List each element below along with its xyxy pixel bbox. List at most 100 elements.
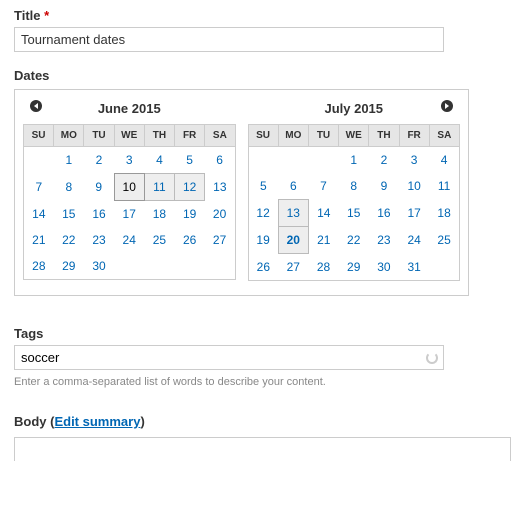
calendar-day[interactable]: 30 <box>84 253 114 280</box>
calendar-day[interactable]: 1 <box>339 147 369 174</box>
calendar-day[interactable]: 13 <box>205 174 235 201</box>
calendar-day[interactable]: 6 <box>205 147 235 174</box>
calendar-day[interactable]: 27 <box>205 227 235 253</box>
calendar-day[interactable]: 5 <box>248 173 278 200</box>
body-textarea[interactable] <box>14 437 511 461</box>
calendar-day[interactable]: 9 <box>84 174 114 201</box>
calendar-weekday-header: SU <box>24 125 54 147</box>
calendar-day[interactable]: 25 <box>144 227 174 253</box>
calendar-day[interactable]: 17 <box>114 201 144 228</box>
calendar-day[interactable]: 26 <box>175 227 205 253</box>
calendar-day[interactable]: 23 <box>84 227 114 253</box>
calendar-day[interactable]: 30 <box>369 254 399 281</box>
calendar-weekday-header: TH <box>144 125 174 147</box>
calendar-day[interactable]: 21 <box>24 227 54 253</box>
calendar-weekday-header: TU <box>308 125 338 147</box>
calendar-day[interactable]: 10 <box>114 174 144 201</box>
calendar-empty-cell <box>205 253 235 280</box>
title-input[interactable] <box>14 27 444 52</box>
calendar-weekday-header: SU <box>248 125 278 147</box>
calendar-day[interactable]: 26 <box>248 254 278 281</box>
calendar-day[interactable]: 15 <box>54 201 84 228</box>
calendar-day[interactable]: 12 <box>248 200 278 227</box>
calendar-day[interactable]: 11 <box>429 173 459 200</box>
calendar-day[interactable]: 2 <box>369 147 399 174</box>
calendar-day[interactable]: 6 <box>278 173 308 200</box>
calendar-day[interactable]: 3 <box>399 147 429 174</box>
calendar-day[interactable]: 9 <box>369 173 399 200</box>
calendar-weekday-header: FR <box>175 125 205 147</box>
calendar-day[interactable]: 14 <box>24 201 54 228</box>
calendar-weekday-header: TU <box>84 125 114 147</box>
calendar-day[interactable]: 23 <box>369 227 399 254</box>
calendar-weekday-header: WE <box>339 125 369 147</box>
calendar-day[interactable]: 14 <box>308 200 338 227</box>
calendar-day[interactable]: 24 <box>114 227 144 253</box>
title-label: Title * <box>14 8 511 23</box>
calendar-day[interactable]: 8 <box>339 173 369 200</box>
body-label: Body (Edit summary) <box>14 414 511 429</box>
loading-spinner-icon <box>426 352 438 364</box>
calendar-day[interactable]: 3 <box>114 147 144 174</box>
calendar-table: SUMOTUWETHFRSA12345678910111213141516171… <box>23 124 236 280</box>
calendar-day[interactable]: 1 <box>54 147 84 174</box>
calendar-table: SUMOTUWETHFRSA12345678910111213141516171… <box>248 124 461 281</box>
calendar-day[interactable]: 29 <box>339 254 369 281</box>
calendar-day[interactable]: 17 <box>399 200 429 227</box>
calendar-day[interactable]: 16 <box>369 200 399 227</box>
calendar-day[interactable]: 8 <box>54 174 84 201</box>
calendar-day[interactable]: 28 <box>24 253 54 280</box>
calendar-weekday-header: MO <box>278 125 308 147</box>
tags-help-text: Enter a comma-separated list of words to… <box>14 376 511 388</box>
calendar-day[interactable]: 24 <box>399 227 429 254</box>
calendar-day[interactable]: 18 <box>144 201 174 228</box>
calendar-month-label: June 2015 <box>98 101 161 116</box>
calendar-month-label: July 2015 <box>324 101 383 116</box>
calendar-day[interactable]: 19 <box>175 201 205 228</box>
calendar-weekday-header: WE <box>114 125 144 147</box>
tags-input[interactable] <box>14 345 444 370</box>
tags-label: Tags <box>14 326 511 341</box>
calendar-empty-cell <box>175 253 205 280</box>
calendar-day[interactable]: 22 <box>339 227 369 254</box>
calendar-day[interactable]: 25 <box>429 227 459 254</box>
calendar-header: July 2015 <box>248 98 461 118</box>
calendar-day[interactable]: 5 <box>175 147 205 174</box>
next-month-icon[interactable] <box>440 99 454 113</box>
calendar-day[interactable]: 18 <box>429 200 459 227</box>
calendar-empty-cell <box>114 253 144 280</box>
calendar-weekday-header: TH <box>369 125 399 147</box>
calendar-empty-cell <box>144 253 174 280</box>
calendar-day[interactable]: 15 <box>339 200 369 227</box>
calendar-day[interactable]: 11 <box>144 174 174 201</box>
calendar-day[interactable]: 4 <box>144 147 174 174</box>
calendar-day[interactable]: 20 <box>205 201 235 228</box>
calendar-day[interactable]: 2 <box>84 147 114 174</box>
calendar-day[interactable]: 19 <box>248 227 278 254</box>
calendar-day[interactable]: 21 <box>308 227 338 254</box>
calendar-empty-cell <box>248 147 278 174</box>
calendar-day[interactable]: 7 <box>24 174 54 201</box>
edit-summary-link[interactable]: Edit summary <box>54 414 140 429</box>
calendar-weekday-header: FR <box>399 125 429 147</box>
calendar-day[interactable]: 4 <box>429 147 459 174</box>
calendar-day[interactable]: 7 <box>308 173 338 200</box>
calendar-day[interactable]: 22 <box>54 227 84 253</box>
calendar-empty-cell <box>308 147 338 174</box>
calendar-weekday-header: SA <box>205 125 235 147</box>
calendar-day[interactable]: 10 <box>399 173 429 200</box>
dates-label: Dates <box>14 68 511 83</box>
calendar-day[interactable]: 27 <box>278 254 308 281</box>
calendar-day[interactable]: 28 <box>308 254 338 281</box>
calendar-day[interactable]: 29 <box>54 253 84 280</box>
calendar-month: June 2015SUMOTUWETHFRSA12345678910111213… <box>23 98 236 281</box>
calendar-day[interactable]: 13 <box>278 200 308 227</box>
calendar-empty-cell <box>429 254 459 281</box>
calendar-day[interactable]: 31 <box>399 254 429 281</box>
calendar-day[interactable]: 12 <box>175 174 205 201</box>
calendar-day[interactable]: 16 <box>84 201 114 228</box>
calendar-day[interactable]: 20 <box>278 227 308 254</box>
calendar-header: June 2015 <box>23 98 236 118</box>
prev-month-icon[interactable] <box>29 99 43 113</box>
calendar-widget: June 2015SUMOTUWETHFRSA12345678910111213… <box>14 89 469 296</box>
